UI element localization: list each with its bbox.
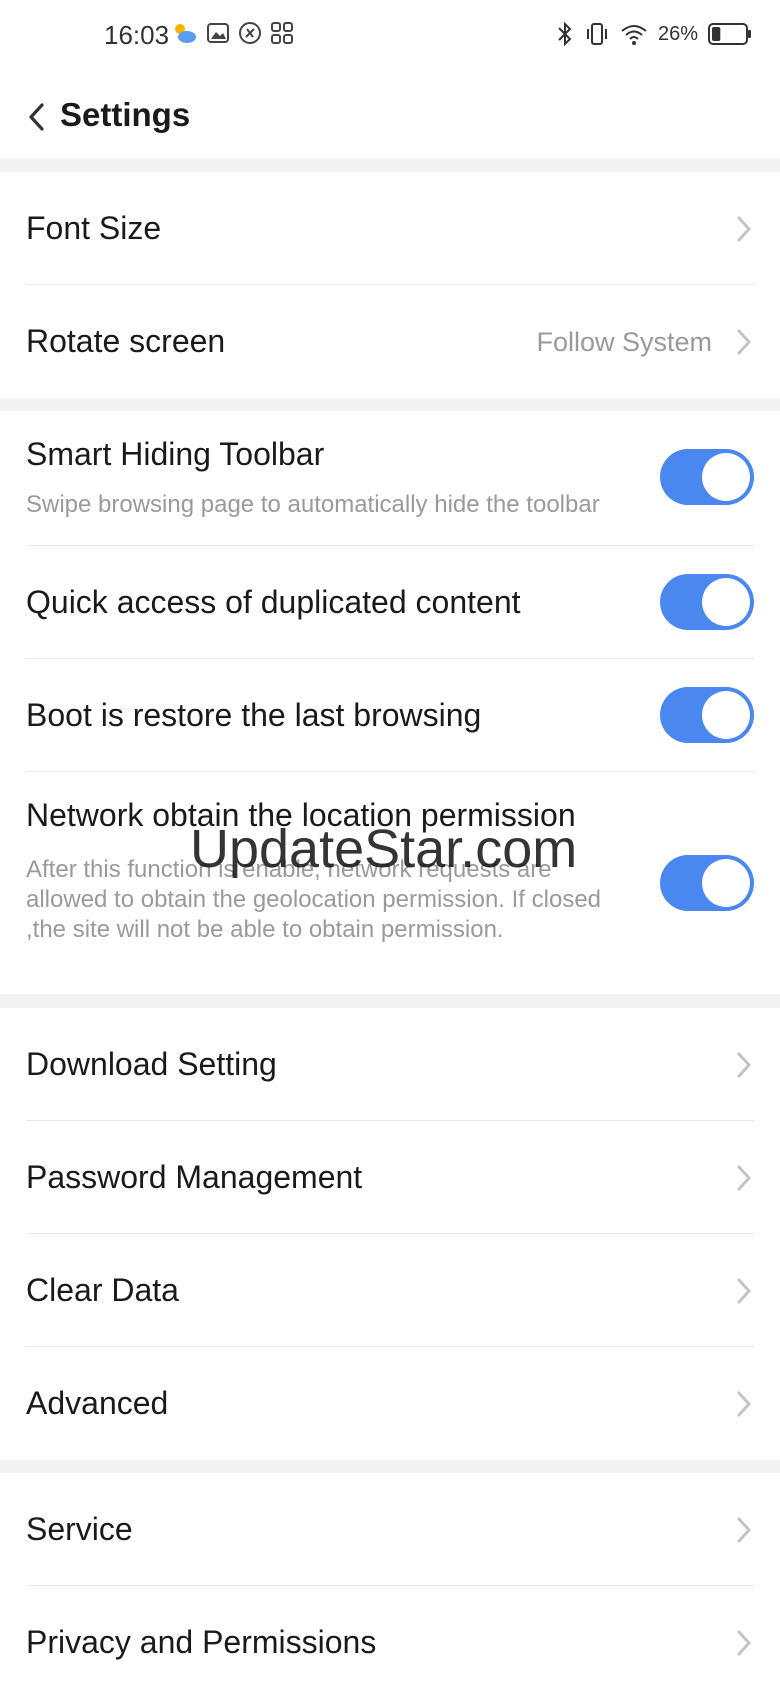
gallery-icon — [206, 21, 230, 45]
back-button[interactable] — [14, 94, 60, 140]
smart-hiding-toolbar-toggle[interactable] — [660, 449, 754, 505]
download-setting-label: Download Setting — [26, 1046, 277, 1082]
watermark: UpdateStar.com — [190, 819, 578, 879]
weather-icon — [170, 20, 198, 46]
status-time: 16:03 — [104, 20, 170, 50]
clear-data-row[interactable]: Clear Data — [0, 1234, 780, 1347]
battery-icon — [708, 22, 752, 46]
vibrate-icon — [584, 21, 610, 47]
boot-restore-row: Boot is restore the last browsing — [0, 659, 780, 772]
clear-data-label: Clear Data — [26, 1272, 179, 1308]
advanced-label: Advanced — [26, 1385, 169, 1421]
smart-hiding-toolbar-row: Smart Hiding Toolbar Swipe browsing page… — [0, 411, 780, 546]
chevron-right-icon — [737, 216, 752, 242]
password-management-row[interactable]: Password Management — [0, 1121, 780, 1234]
advanced-row[interactable]: Advanced — [0, 1347, 780, 1460]
toggle-knob — [702, 453, 750, 501]
rotate-screen-row[interactable]: Rotate screen Follow System — [0, 285, 780, 398]
font-size-label: Font Size — [26, 210, 162, 246]
quick-access-label: Quick access of duplicated content — [26, 584, 521, 620]
privacy-permissions-row[interactable]: Privacy and Permissions — [0, 1586, 780, 1690]
header: Settings — [0, 76, 780, 158]
page-title: Settings — [60, 96, 191, 133]
battery-percent: 26% — [657, 22, 698, 45]
toggle-knob — [702, 578, 750, 626]
bluetooth-icon — [556, 20, 574, 48]
section-gap — [0, 994, 780, 1008]
chevron-left-icon — [29, 103, 44, 131]
app-icon — [238, 21, 262, 45]
chevron-right-icon — [737, 329, 752, 355]
chevron-right-icon — [737, 1630, 752, 1656]
chevron-right-icon — [737, 1278, 752, 1304]
network-location-row: Network obtain the location permission A… — [0, 772, 780, 994]
font-size-row[interactable]: Font Size — [0, 172, 780, 285]
status-bar: 16:03 26% — [0, 0, 780, 76]
network-location-toggle[interactable] — [660, 855, 754, 911]
wifi-icon — [620, 22, 648, 46]
rotate-screen-value: Follow System — [536, 327, 712, 357]
boot-restore-label: Boot is restore the last browsing — [26, 697, 482, 733]
status-icons-right: 26% — [556, 20, 752, 48]
quick-access-toggle[interactable] — [660, 574, 754, 630]
toggle-knob — [702, 691, 750, 739]
chevron-right-icon — [737, 1391, 752, 1417]
section-gap — [0, 398, 780, 411]
service-row[interactable]: Service — [0, 1473, 780, 1586]
service-label: Service — [26, 1511, 133, 1547]
section-gap — [0, 158, 780, 172]
chevron-right-icon — [737, 1517, 752, 1543]
grid-icon — [270, 21, 294, 45]
rotate-screen-label: Rotate screen — [26, 323, 226, 359]
boot-restore-toggle[interactable] — [660, 687, 754, 743]
smart-hiding-toolbar-description: Swipe browsing page to automatically hid… — [26, 491, 600, 518]
toggle-knob — [702, 859, 750, 907]
chevron-right-icon — [737, 1165, 752, 1191]
password-management-label: Password Management — [26, 1159, 363, 1195]
download-setting-row[interactable]: Download Setting — [0, 1008, 780, 1121]
smart-hiding-toolbar-label: Smart Hiding Toolbar — [26, 436, 325, 472]
privacy-permissions-label: Privacy and Permissions — [26, 1624, 377, 1660]
quick-access-row: Quick access of duplicated content — [0, 546, 780, 659]
chevron-right-icon — [737, 1052, 752, 1078]
section-gap — [0, 1460, 780, 1473]
status-icons-left — [170, 20, 294, 46]
